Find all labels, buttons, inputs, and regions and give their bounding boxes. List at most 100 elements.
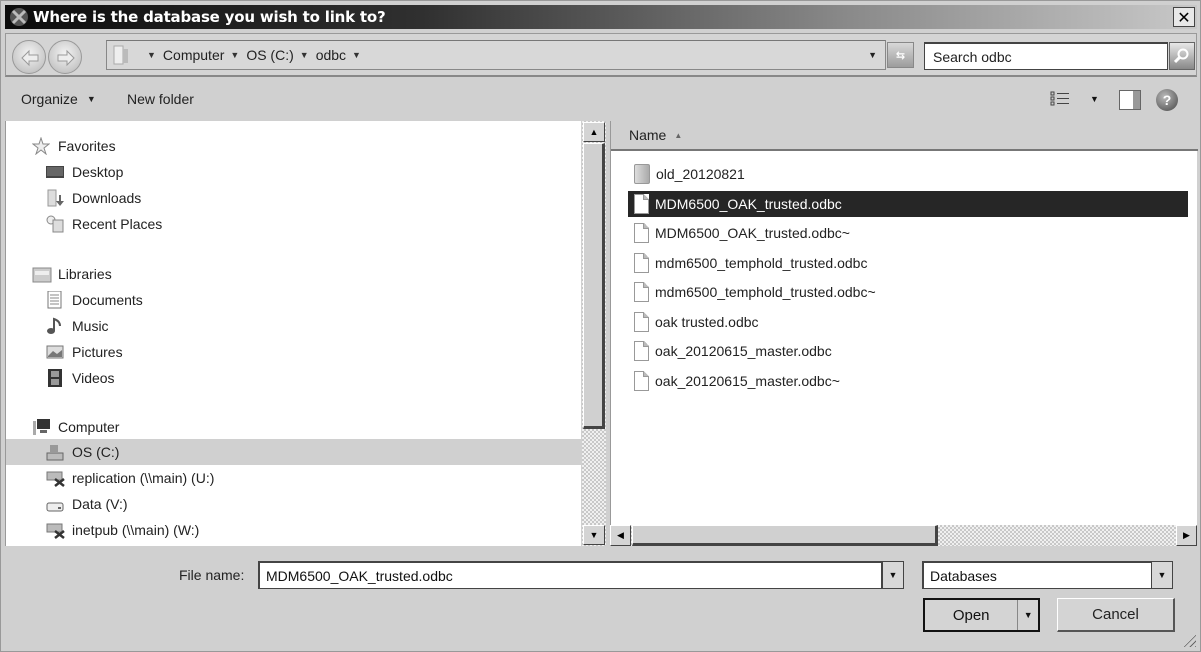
file-list-horizontal-scrollbar[interactable]: ◀ ▶ [610, 525, 1197, 546]
navigation-pane-scrollbar[interactable]: ▲ ▼ [582, 121, 606, 546]
computer-icon [32, 418, 50, 436]
organize-button[interactable]: Organize ▼ [21, 91, 96, 107]
folder-icon [113, 45, 129, 65]
star-icon [31, 136, 51, 156]
file-row[interactable]: oak trusted.odbc [628, 309, 1188, 335]
sidebar-item-recent-places[interactable]: Recent Places [46, 215, 162, 233]
videos-icon [46, 369, 64, 387]
sidebar-item-label: Music [72, 318, 109, 334]
nav-group-label: Favorites [58, 138, 116, 154]
file-type-select[interactable]: Databases [922, 561, 1152, 589]
folder-icon [634, 164, 650, 184]
scroll-right-button[interactable]: ▶ [1176, 525, 1197, 546]
view-options-icon[interactable] [1050, 91, 1072, 110]
file-name-label: File name: [179, 567, 245, 583]
breadcrumb-drive[interactable]: OS (C:) [246, 47, 293, 63]
file-name-input[interactable]: MDM6500_OAK_trusted.odbc [258, 561, 882, 589]
breadcrumb-chevron-icon[interactable]: ▼ [352, 50, 361, 60]
sidebar-item-label: Recent Places [72, 216, 163, 232]
sidebar-item-downloads[interactable]: Downloads [46, 189, 141, 207]
pictures-icon [46, 343, 64, 361]
breadcrumb-chevron-icon[interactable]: ▼ [300, 50, 309, 60]
file-name: MDM6500_OAK_trusted.odbc [655, 196, 842, 212]
help-icon[interactable]: ? [1156, 89, 1178, 111]
sidebar-item-documents[interactable]: Documents [46, 290, 143, 309]
file-row[interactable]: old_20120821 [628, 161, 1188, 187]
sidebar-item-videos[interactable]: Videos [46, 369, 115, 387]
resize-grip-icon[interactable] [1182, 633, 1196, 647]
nav-group-libraries[interactable]: Libraries [32, 265, 112, 283]
scrollbar-thumb[interactable] [632, 525, 938, 546]
close-button[interactable]: ✕ [1173, 7, 1195, 27]
file-row[interactable]: MDM6500_OAK_trusted.odbc~ [628, 220, 1188, 246]
view-dropdown-icon[interactable]: ▼ [1090, 94, 1099, 104]
arrow-down-icon: ▼ [589, 530, 599, 540]
preview-pane-icon[interactable] [1119, 90, 1141, 110]
file-row[interactable]: oak_20120615_master.odbc [628, 338, 1188, 364]
sidebar-item-inetpub-w[interactable]: inetpub (\\main) (W:) [46, 521, 199, 539]
breadcrumb-odbc[interactable]: odbc [316, 47, 346, 63]
file-type-dropdown[interactable]: ▼ [1151, 561, 1173, 589]
file-icon [634, 194, 649, 214]
column-header-name[interactable]: Name ▲ [611, 121, 1198, 151]
back-button[interactable] [12, 40, 46, 74]
chevron-down-icon: ▼ [888, 570, 898, 580]
sidebar-item-os-c[interactable]: OS (C:) [6, 439, 581, 465]
sidebar-item-music[interactable]: Music [46, 317, 109, 335]
sidebar-item-label: Data (V:) [72, 496, 128, 512]
desktop-icon [46, 163, 64, 181]
close-icon: ✕ [1177, 7, 1191, 27]
sidebar-item-pictures[interactable]: Pictures [46, 343, 123, 361]
arrow-up-icon: ▲ [589, 127, 599, 137]
file-name: mdm6500_temphold_trusted.odbc~ [655, 284, 876, 300]
file-row[interactable]: oak_20120615_master.odbc~ [628, 368, 1188, 394]
command-toolbar: Organize ▼ New folder ▼ ? [5, 81, 1197, 119]
address-history-dropdown[interactable]: ▼ [868, 50, 877, 60]
chevron-down-icon: ▼ [1157, 570, 1167, 580]
file-name: oak trusted.odbc [655, 314, 759, 330]
network-drive-icon [46, 469, 65, 487]
sidebar-item-label: Desktop [72, 164, 124, 180]
breadcrumb-chevron-icon[interactable]: ▼ [147, 50, 156, 60]
sidebar-item-data-v[interactable]: Data (V:) [46, 495, 128, 513]
nav-group-favorites[interactable]: Favorites [31, 136, 116, 156]
breadcrumb-chevron-icon[interactable]: ▼ [230, 50, 239, 60]
search-input[interactable]: Search odbc [924, 42, 1168, 70]
file-icon [634, 312, 649, 332]
open-button[interactable]: Open [925, 600, 1019, 630]
scrollbar-thumb[interactable] [583, 143, 605, 429]
chevron-down-icon: ▼ [1023, 610, 1033, 620]
app-icon [9, 7, 29, 27]
nav-group-computer[interactable]: Computer [32, 418, 119, 436]
nav-group-label: Libraries [58, 266, 112, 282]
open-options-dropdown[interactable]: ▼ [1018, 600, 1038, 630]
title-bar: Where is the database you wish to link t… [5, 5, 1197, 29]
file-icon [634, 282, 649, 302]
file-name-dropdown[interactable]: ▼ [882, 561, 904, 589]
nav-group-label: Computer [58, 419, 120, 435]
forward-button[interactable] [48, 40, 82, 74]
address-bar[interactable]: ▼ Computer ▼ OS (C:) ▼ odbc ▼ ▼ [106, 40, 886, 70]
refresh-button[interactable]: ⇆ [887, 42, 914, 68]
drive-icon [46, 443, 64, 461]
file-name: old_20120821 [656, 166, 745, 182]
sidebar-item-desktop[interactable]: Desktop [46, 163, 123, 181]
new-folder-button[interactable]: New folder [127, 91, 194, 107]
file-open-dialog: Where is the database you wish to link t… [0, 0, 1201, 652]
file-row[interactable]: MDM6500_OAK_trusted.odbc [628, 191, 1188, 217]
file-name: MDM6500_OAK_trusted.odbc~ [655, 225, 850, 241]
sidebar-item-replication-u[interactable]: replication (\\main) (U:) [46, 469, 214, 487]
scroll-left-button[interactable]: ◀ [610, 525, 631, 546]
sidebar-item-label: OS (C:) [72, 444, 120, 460]
file-row[interactable]: mdm6500_temphold_trusted.odbc~ [628, 279, 1188, 305]
column-header-label: Name [629, 127, 667, 143]
search-button[interactable] [1169, 42, 1195, 70]
cancel-button[interactable]: Cancel [1057, 598, 1175, 632]
navigation-pane: Favorites Desktop Downloads Recent Place… [5, 121, 581, 546]
scroll-up-button[interactable]: ▲ [583, 122, 605, 142]
file-row[interactable]: mdm6500_temphold_trusted.odbc [628, 250, 1188, 276]
file-list-pane: Name ▲ old_20120821 MDM6500_OAK_trusted.… [610, 121, 1198, 525]
scroll-down-button[interactable]: ▼ [583, 525, 605, 545]
breadcrumb-computer[interactable]: Computer [163, 47, 224, 63]
search-icon [1174, 48, 1189, 64]
